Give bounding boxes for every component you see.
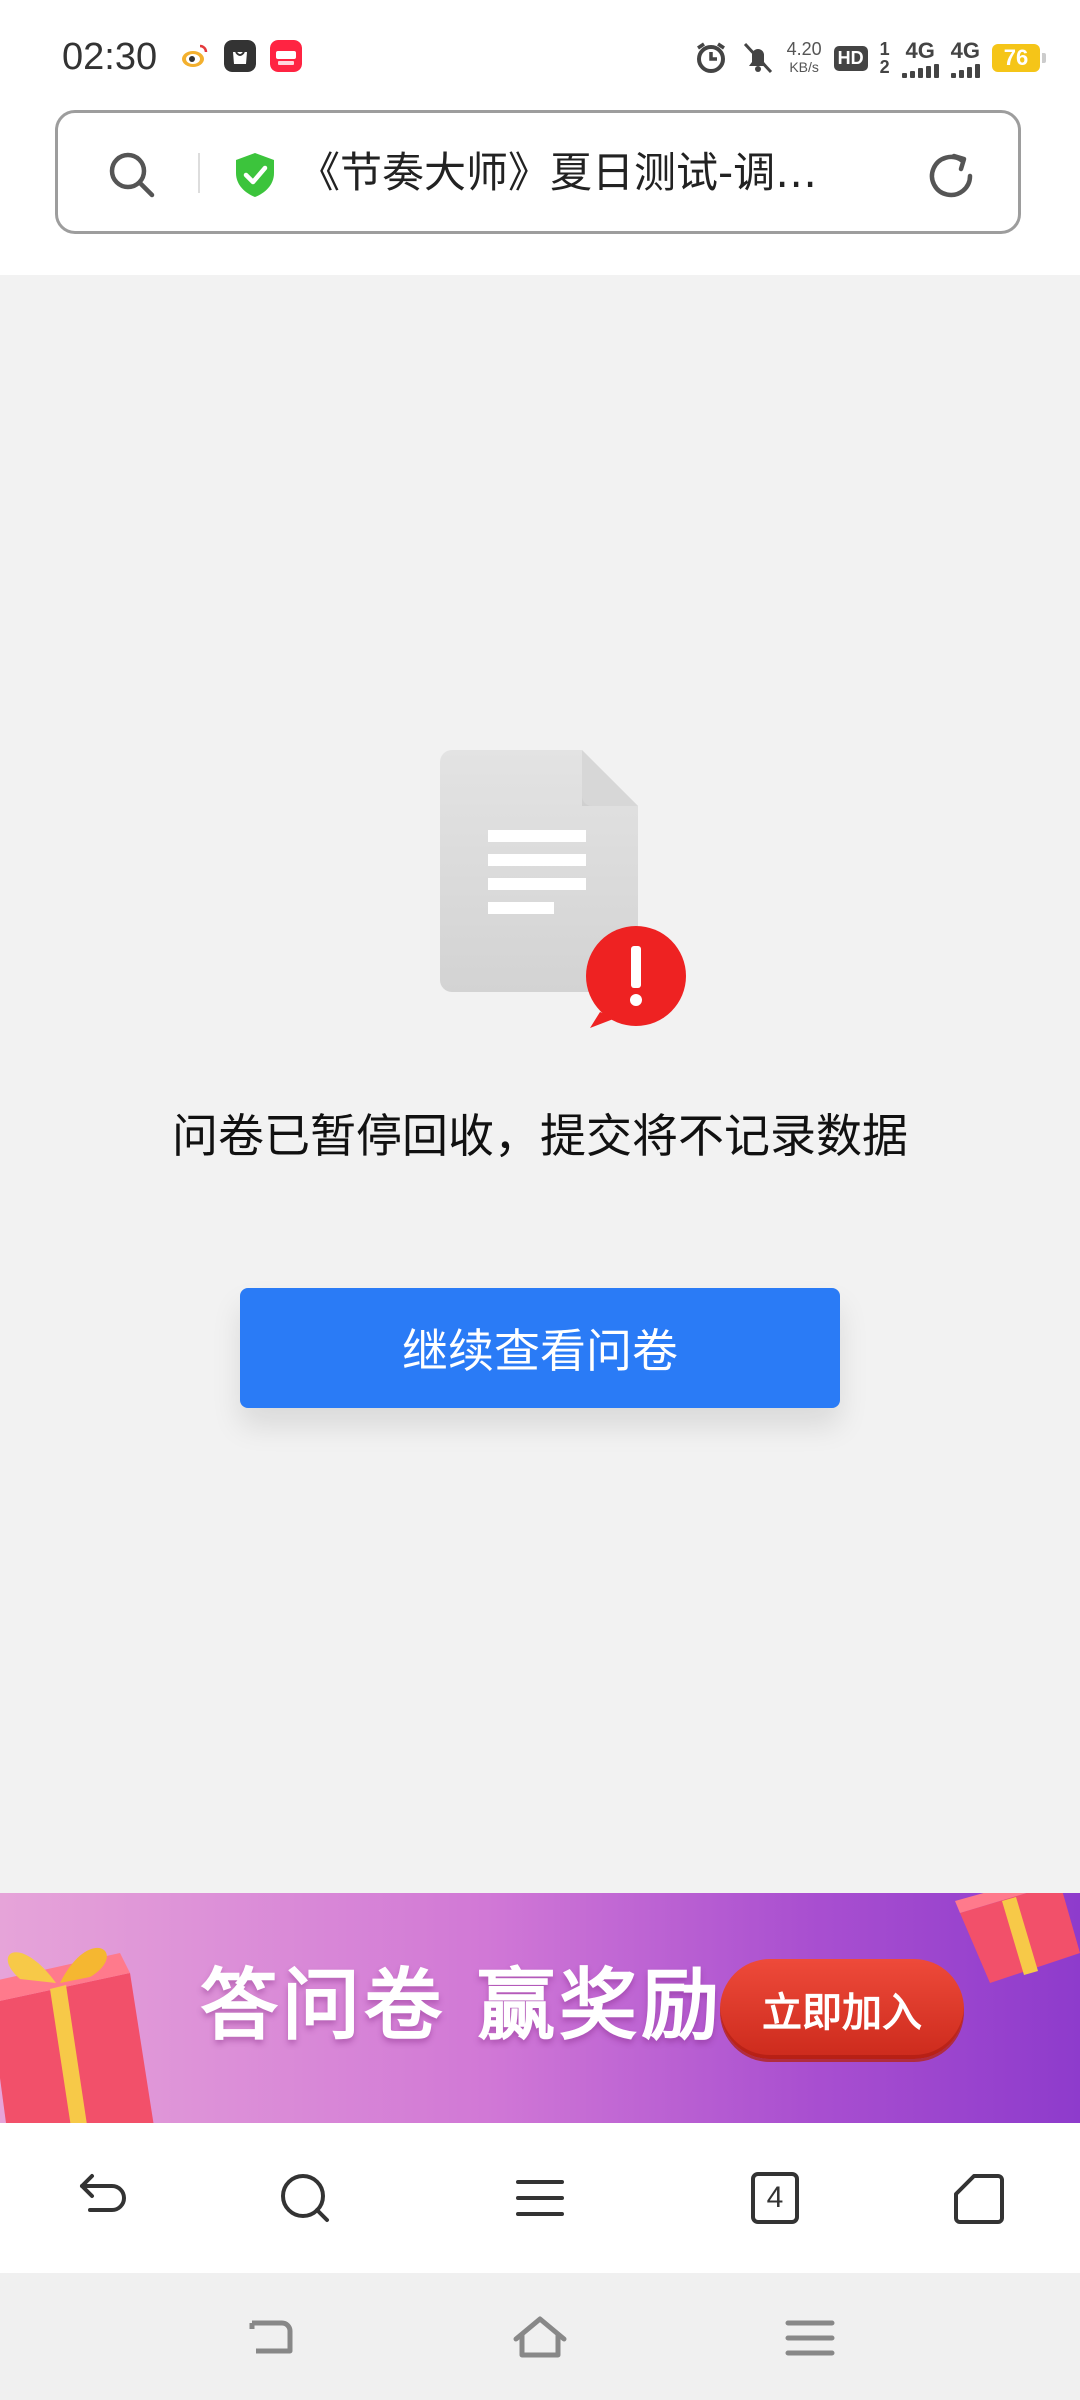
document-error-icon xyxy=(440,750,686,1028)
sim-slots: 1 2 xyxy=(880,40,890,76)
survey-reward-banner[interactable]: 答问卷 赢奖励 立即加入 xyxy=(0,1893,1080,2123)
status-indicators: 4.20 KB/s HD 1 2 4G 4G 76 xyxy=(693,38,1046,78)
signal-bars-icon xyxy=(901,64,939,78)
system-home-icon[interactable] xyxy=(512,2313,568,2363)
paused-message: 问卷已暂停回收，提交将不记录数据 xyxy=(172,1109,908,1163)
net2-label: 4G xyxy=(950,38,980,63)
alarm-icon xyxy=(696,42,725,73)
gift-box-icon xyxy=(0,1947,154,2123)
weibo-icon xyxy=(178,40,210,72)
net1-label: 4G xyxy=(905,38,935,63)
address-divider xyxy=(198,153,200,193)
secure-shield-icon[interactable] xyxy=(232,151,278,199)
tab-count: 4 xyxy=(766,2181,784,2214)
system-menu-icon[interactable] xyxy=(782,2313,838,2363)
battery-indicator: 76 xyxy=(992,44,1046,72)
hd-badge: HD xyxy=(833,45,868,71)
join-now-button[interactable]: 立即加入 xyxy=(720,1959,964,2059)
signal-2: 4G xyxy=(951,38,980,78)
browser-toolbar: 4 xyxy=(0,2123,1080,2273)
sim1-label: 1 xyxy=(879,39,890,59)
signal-bars-icon xyxy=(950,64,980,78)
continue-view-survey-button[interactable]: 继续查看问卷 xyxy=(240,1288,840,1408)
system-back-icon[interactable] xyxy=(242,2313,298,2363)
search-icon[interactable] xyxy=(106,149,158,201)
xiaohongshu-icon xyxy=(270,40,302,72)
home-icon[interactable] xyxy=(948,2168,1008,2228)
menu-icon[interactable] xyxy=(510,2168,570,2228)
sim2-label: 2 xyxy=(879,57,890,77)
system-navigation-bar xyxy=(0,2273,1080,2400)
back-icon[interactable] xyxy=(72,2168,132,2228)
status-time: 02:30 xyxy=(62,36,158,78)
mute-bell-icon xyxy=(743,42,772,74)
banner-headline: 答问卷 赢奖励 xyxy=(200,1961,724,2051)
browser-header: 《节奏大师》夏日测试-调… xyxy=(0,105,1080,275)
status-bar: 02:30 4.20 KB/s HD 1 2 4G 4G 76 xyxy=(0,0,1080,105)
search-icon[interactable] xyxy=(275,2168,335,2228)
shopping-bag-icon xyxy=(224,40,256,72)
speed-unit: KB/s xyxy=(789,59,819,75)
gift-box-icon xyxy=(955,1893,1080,1983)
network-speed: 4.20 KB/s xyxy=(787,40,822,76)
speed-value: 4.20 xyxy=(786,39,822,59)
signal-1: 4G xyxy=(901,38,939,78)
page-title[interactable]: 《节奏大师》夏日测试-调… xyxy=(298,143,918,203)
refresh-icon[interactable] xyxy=(924,149,978,203)
address-bar[interactable]: 《节奏大师》夏日测试-调… xyxy=(55,110,1021,234)
tabs-button[interactable]: 4 xyxy=(745,2168,805,2228)
